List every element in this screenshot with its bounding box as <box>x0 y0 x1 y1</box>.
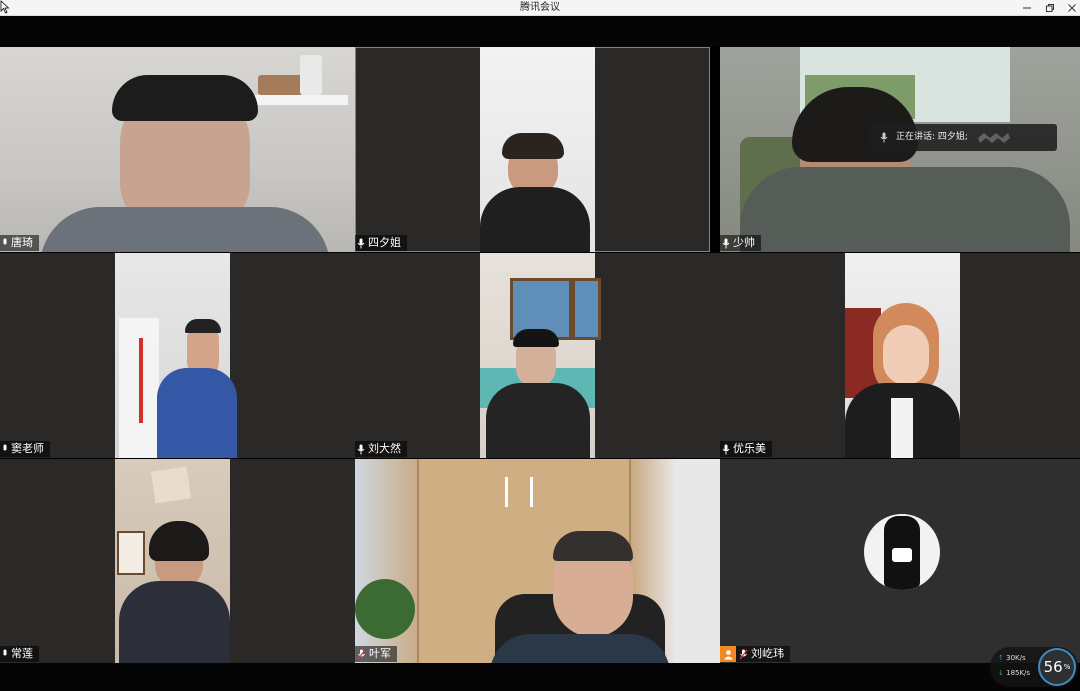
video-tile-participant-5[interactable] <box>355 253 720 458</box>
video-tile-participant-4[interactable] <box>0 253 355 458</box>
minimize-icon <box>1023 7 1031 8</box>
participant-name: 常莲 <box>11 647 33 660</box>
upload-arrow-icon: ↑ <box>998 654 1004 662</box>
participant-video-feed <box>355 459 720 664</box>
bottom-toolbar-area <box>0 663 1080 691</box>
participant-video-feed <box>480 253 601 458</box>
participant-name: 四夕姐 <box>368 236 401 249</box>
video-tile-participant-1[interactable] <box>0 47 355 252</box>
title-bar: 腾讯会议 <box>0 0 1080 16</box>
microphone-icon <box>357 444 365 454</box>
host-badge-icon <box>720 646 736 662</box>
close-button[interactable] <box>1061 0 1080 15</box>
microphone-icon <box>357 238 365 248</box>
quality-gauge: 56% <box>1038 648 1076 686</box>
participant-name: 叶军 <box>369 647 391 660</box>
participant-name: 优乐美 <box>733 442 766 455</box>
upload-rate: ↑ 30K/s <box>998 654 1026 662</box>
participant-name-tag: 优乐美 <box>720 441 772 457</box>
microphone-icon <box>722 238 730 248</box>
participant-name-tag: 四夕姐 <box>355 235 407 251</box>
download-arrow-icon: ↓ <box>998 669 1004 677</box>
minimize-button[interactable] <box>1016 0 1038 15</box>
microphone-muted-icon <box>739 649 748 659</box>
restore-button[interactable] <box>1039 0 1061 15</box>
download-rate-value: 185K/s <box>1006 669 1031 677</box>
microphone-icon <box>3 649 7 656</box>
video-tile-participant-8[interactable] <box>355 459 720 664</box>
participant-name-tag: 唐琦 <box>0 235 39 251</box>
microphone-muted-icon <box>357 649 366 659</box>
participant-name: 刘大然 <box>368 442 401 455</box>
video-tile-participant-7[interactable] <box>0 459 355 664</box>
participant-name-tag: 刘屹玮 <box>720 646 790 662</box>
microphone-icon <box>880 132 888 143</box>
video-tile-participant-6[interactable] <box>720 253 1080 458</box>
avatar <box>864 514 940 590</box>
microphone-icon <box>3 238 7 245</box>
upload-rate-value: 30K/s <box>1006 654 1026 662</box>
participant-video-feed <box>115 459 230 664</box>
participant-name: 少帅 <box>733 236 755 249</box>
quality-value: 56 <box>1043 658 1063 676</box>
download-rate: ↓ 185K/s <box>998 669 1030 677</box>
window-title: 腾讯会议 <box>520 2 560 13</box>
participant-name: 刘屹玮 <box>751 647 784 660</box>
active-speaker-label: 正在讲话: 四夕姐; <box>896 132 968 142</box>
participant-name-tag: 窦老师 <box>0 441 50 457</box>
participant-video-feed <box>845 253 960 458</box>
video-tile-participant-9[interactable] <box>720 459 1080 664</box>
network-status-widget[interactable]: ↑ 30K/s ↓ 185K/s 56% <box>990 647 1078 687</box>
restore-icon <box>1046 3 1054 12</box>
participant-name-tag: 叶军 <box>355 646 397 662</box>
participant-video-feed <box>0 47 355 252</box>
top-toolbar-area <box>0 16 1080 47</box>
watermark-icon <box>977 132 1010 143</box>
quality-unit: % <box>1063 663 1071 671</box>
microphone-icon <box>3 444 7 451</box>
participant-video-feed <box>480 47 595 252</box>
participant-name-tag: 刘大然 <box>355 441 407 457</box>
active-speaker-toast: 正在讲话: 四夕姐; <box>870 124 1057 151</box>
participant-video-feed <box>115 253 237 458</box>
participant-name: 唐琦 <box>11 236 33 249</box>
participant-name-tag: 少帅 <box>720 235 761 251</box>
participant-name: 窦老师 <box>11 442 44 455</box>
video-tile-participant-2[interactable] <box>355 47 710 252</box>
participant-name-tag: 常莲 <box>0 646 39 662</box>
microphone-icon <box>722 444 730 454</box>
close-icon <box>1068 3 1076 12</box>
